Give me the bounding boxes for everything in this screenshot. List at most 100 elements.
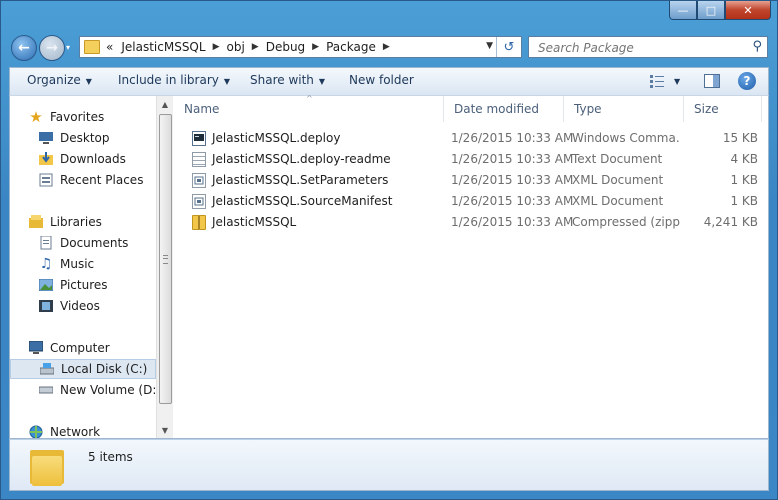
breadcrumb-overflow-button[interactable]: « xyxy=(106,40,113,54)
nav-label: Recent Places xyxy=(60,173,144,187)
refresh-icon: ↺ xyxy=(503,39,515,55)
file-type: Compressed (zipp... xyxy=(572,215,680,229)
breadcrumb-item[interactable]: JelasticMSSQL xyxy=(121,40,205,54)
nav-label: New Volume (D:) xyxy=(60,383,156,397)
view-list-icon xyxy=(650,75,664,88)
nav-label: Pictures xyxy=(60,278,108,292)
command-bar: Organize ▼ Include in library ▼ Share with… xyxy=(9,67,769,95)
change-view-button[interactable] xyxy=(650,74,664,88)
breadcrumb-chevron-icon[interactable]: ▶ xyxy=(252,42,259,52)
nav-item-music[interactable]: ♫ Music xyxy=(38,254,94,274)
breadcrumb-item[interactable]: Package xyxy=(326,40,376,54)
column-label: Name xyxy=(184,102,220,116)
file-row[interactable]: JelasticMSSQL.SourceManifest 1/26/2015 1… xyxy=(174,191,768,212)
breadcrumb-chevron-icon[interactable]: ▶ xyxy=(383,42,390,52)
search-input[interactable] xyxy=(536,40,740,56)
nav-favorites[interactable]: ★ Favorites xyxy=(28,107,104,127)
file-size: 15 KB xyxy=(722,131,758,145)
nav-label: Videos xyxy=(60,299,100,313)
recent-pages-dropdown[interactable]: ▾ xyxy=(66,43,70,52)
breadcrumb-item[interactable]: Debug xyxy=(266,40,305,54)
nav-item-videos[interactable]: Videos xyxy=(38,296,100,316)
nav-item-local-disk-c[interactable]: Local Disk (C:) xyxy=(10,359,156,379)
nav-item-recent-places[interactable]: Recent Places xyxy=(38,170,143,190)
zip-folder-icon xyxy=(192,215,206,230)
text-file-icon xyxy=(192,152,206,167)
chevron-down-icon: ▼ xyxy=(318,77,326,86)
file-date: 1/26/2015 10:33 AM xyxy=(451,194,574,208)
file-date: 1/26/2015 10:33 AM xyxy=(451,215,574,229)
nav-label: Local Disk (C:) xyxy=(61,362,148,376)
breadcrumb-chevron-icon[interactable]: ▶ xyxy=(213,42,220,52)
breadcrumb-item[interactable]: obj xyxy=(226,40,244,54)
scrollbar-thumb[interactable] xyxy=(159,114,172,404)
breadcrumb: « JelasticMSSQL ▶ obj ▶ Debug ▶ Package … xyxy=(106,40,397,54)
file-name: JelasticMSSQL.deploy-readme xyxy=(212,152,391,166)
file-size: 1 KB xyxy=(730,194,758,208)
nav-item-downloads[interactable]: Downloads xyxy=(38,149,126,169)
file-type: Windows Comma... xyxy=(572,131,680,145)
file-date: 1/26/2015 10:33 AM xyxy=(451,152,574,166)
nav-label: Downloads xyxy=(60,152,126,166)
search-icon[interactable]: ⚲ xyxy=(752,39,762,54)
close-button[interactable]: ✕ xyxy=(725,1,771,20)
column-header-name[interactable]: ^ Name xyxy=(174,94,444,122)
computer-icon xyxy=(28,340,44,356)
address-history-dropdown[interactable]: ▼ xyxy=(486,41,493,51)
preview-pane-icon xyxy=(704,74,720,88)
file-type: XML Document xyxy=(572,173,664,187)
maximize-button[interactable]: □ xyxy=(697,1,725,20)
forward-button[interactable]: → xyxy=(39,35,65,61)
nav-libraries[interactable]: Libraries xyxy=(28,212,102,232)
chevron-down-icon: ▼ xyxy=(223,77,231,86)
star-icon: ★ xyxy=(29,108,43,126)
file-row[interactable]: JelasticMSSQL.deploy 1/26/2015 10:33 AM … xyxy=(174,128,768,149)
file-date: 1/26/2015 10:33 AM xyxy=(451,131,574,145)
file-type: XML Document xyxy=(572,194,664,208)
nav-item-desktop[interactable]: Desktop xyxy=(38,128,110,148)
preview-pane-button[interactable] xyxy=(704,74,720,88)
nav-label: Favorites xyxy=(50,110,105,124)
back-button[interactable]: ← xyxy=(11,35,37,61)
file-name: JelasticMSSQL xyxy=(212,215,297,229)
file-name: JelasticMSSQL.SourceManifest xyxy=(212,194,393,208)
file-row[interactable]: JelasticMSSQL.SetParameters 1/26/2015 10… xyxy=(174,170,768,191)
navigation-pane-scrollbar[interactable]: ▲ ▼ xyxy=(156,96,173,438)
share-with-button[interactable]: Share with ▼ xyxy=(250,73,325,87)
nav-item-documents[interactable]: Documents xyxy=(38,233,128,253)
music-icon: ♫ xyxy=(39,256,53,272)
column-header-type[interactable]: Type xyxy=(564,96,684,122)
scroll-down-icon[interactable]: ▼ xyxy=(157,422,173,438)
address-bar[interactable]: « JelasticMSSQL ▶ obj ▶ Debug ▶ Package … xyxy=(79,36,522,58)
nav-item-new-volume-d[interactable]: New Volume (D:) xyxy=(38,380,156,400)
column-header-size[interactable]: Size xyxy=(684,96,762,122)
chevron-down-icon: ▼ xyxy=(85,77,92,86)
column-header-date-modified[interactable]: Date modified xyxy=(444,96,564,122)
minimize-button[interactable]: — xyxy=(669,1,697,20)
nav-computer[interactable]: Computer xyxy=(28,338,110,358)
organize-button[interactable]: Organize ▼ xyxy=(27,73,92,87)
more-views-dropdown[interactable]: ▼ xyxy=(674,77,680,86)
recent-places-icon xyxy=(38,172,54,188)
window-controls: — □ ✕ xyxy=(669,1,771,21)
breadcrumb-chevron-icon[interactable]: ▶ xyxy=(312,42,319,52)
xml-file-icon xyxy=(192,194,206,209)
help-button[interactable]: ? xyxy=(738,72,756,90)
column-label: Size xyxy=(694,102,719,116)
navigation-pane: ★ Favorites Desktop Downloads Recent Plac… xyxy=(10,96,156,438)
sort-ascending-icon: ^ xyxy=(306,94,313,103)
nav-item-pictures[interactable]: Pictures xyxy=(38,275,108,295)
file-row[interactable]: JelasticMSSQL.deploy-readme 1/26/2015 10… xyxy=(174,149,768,170)
pictures-icon xyxy=(38,277,54,293)
new-folder-button[interactable]: New folder xyxy=(349,73,414,87)
nav-network[interactable]: Network xyxy=(28,422,100,438)
column-label: Type xyxy=(574,102,602,116)
scroll-up-icon[interactable]: ▲ xyxy=(157,96,173,112)
include-in-library-button[interactable]: Include in library ▼ xyxy=(118,73,230,87)
file-row[interactable]: JelasticMSSQL 1/26/2015 10:33 AM Compres… xyxy=(174,212,768,233)
explorer-window: — □ ✕ ← → ▾ « JelasticMSSQL ▶ obj ▶ Debu… xyxy=(0,0,778,500)
search-box: ⚲ xyxy=(528,36,768,58)
refresh-button[interactable]: ↺ xyxy=(496,37,521,57)
main-content: ★ Favorites Desktop Downloads Recent Plac… xyxy=(9,94,769,439)
network-icon xyxy=(28,424,44,438)
